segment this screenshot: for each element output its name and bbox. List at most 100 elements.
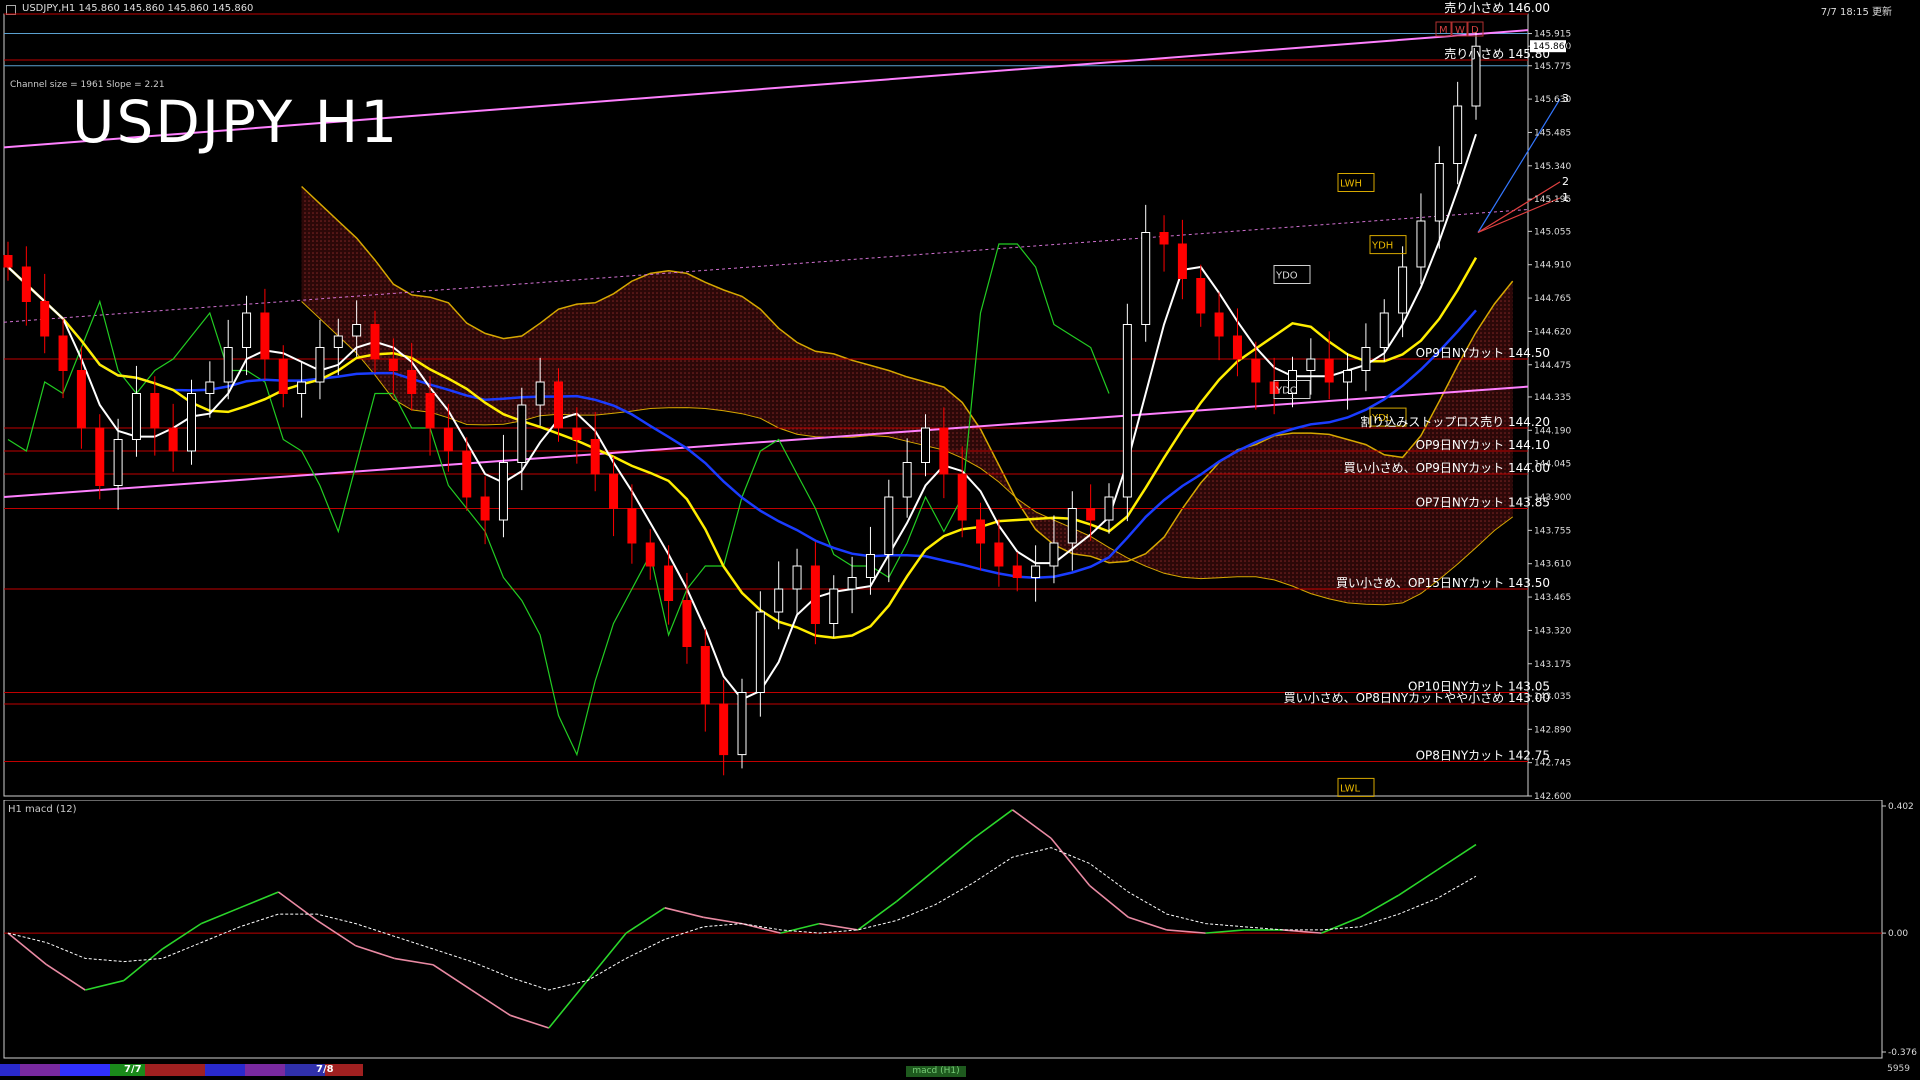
price-tick-label: 143.320 (1534, 626, 1571, 636)
chart-title: USDJPY H1 (72, 88, 400, 156)
macd-segment (509, 1014, 550, 1029)
candle-body (76, 370, 86, 429)
price-tick-label: 145.055 (1534, 227, 1571, 237)
candle-body (1251, 358, 1261, 383)
candle-body (902, 462, 912, 498)
price-tick-label: 142.745 (1534, 759, 1571, 769)
candle-body (1086, 508, 1096, 521)
macd-label: H1 macd (12) (8, 804, 77, 815)
candle-body (297, 381, 307, 394)
candle-body (1031, 565, 1041, 578)
price-tick-label: 144.475 (1534, 361, 1571, 371)
macd-segment (857, 900, 898, 931)
macd-segment (162, 922, 202, 950)
candle-body (333, 335, 343, 348)
target-label-2: 2 (1562, 175, 1569, 188)
candle-body (957, 473, 967, 521)
candle-body (590, 439, 600, 475)
candle-body (407, 370, 417, 394)
level-label-3: 割り込みストップロス売り 144.20 (1360, 414, 1550, 429)
macd-segment (703, 916, 743, 925)
macd-segment (625, 907, 666, 934)
macd-segment (277, 891, 318, 922)
price-tick-label: 145.775 (1534, 62, 1571, 72)
candle-body (1104, 496, 1114, 521)
candle-body (187, 393, 196, 452)
candle-body (498, 462, 508, 521)
level-label-4: OP9日NYカット 144.10 (1416, 438, 1550, 452)
macd-segment (1321, 916, 1361, 934)
level-label-2: OP9日NYカット 144.50 (1416, 346, 1550, 360)
candle-body (609, 473, 619, 509)
macd-segment (1011, 809, 1052, 839)
candle-body (1159, 232, 1169, 245)
candle-body (572, 427, 582, 440)
level-label-5: 買い小さめ、OP9日NYカット 144.00 (1344, 461, 1550, 475)
price-tick-label: 144.765 (1534, 294, 1571, 304)
box-label-ydo: YDO (1275, 271, 1298, 282)
candle-body (1398, 266, 1408, 314)
candle-body (884, 496, 894, 555)
macd-segment (664, 907, 704, 919)
candle-body (921, 427, 930, 463)
candle-body (1214, 312, 1224, 337)
macd-segment (7, 932, 48, 966)
macd-segment (1436, 843, 1477, 871)
macd-segment (239, 891, 279, 909)
price-tick-label: 145.340 (1534, 162, 1571, 172)
price-tick-label: 142.890 (1534, 725, 1571, 735)
candle-body (40, 301, 50, 337)
price-tick-label: 145.485 (1534, 128, 1571, 138)
macd-segment (200, 907, 241, 925)
candle-body (150, 393, 160, 429)
macd-tab[interactable]: macd (H1) (906, 1066, 966, 1077)
macd-segment (819, 922, 859, 931)
macd-panel[interactable]: 0.402 0.00 -0.376 (0, 800, 1920, 1062)
level-label-7: 買い小さめ、OP15日NYカット 143.50 (1336, 576, 1550, 590)
macd-segment (471, 989, 511, 1016)
candle-body (939, 427, 949, 475)
candle-body (1196, 278, 1206, 314)
candle-body (113, 439, 123, 486)
candle-body (443, 427, 453, 452)
box-label-lwl: LWL (1340, 783, 1361, 794)
candle-body (58, 335, 68, 371)
candle-body (755, 611, 765, 693)
candle-body (168, 427, 178, 452)
candle-body (223, 347, 233, 383)
ma-fast-line (7, 133, 1477, 701)
mwd-label-M: M (1439, 25, 1448, 36)
candle-body (664, 565, 674, 601)
macd-tick-label: 0.00 (1888, 929, 1908, 939)
current-price-label: 145.860 (1533, 42, 1570, 52)
price-tick-label: 145.630 (1534, 95, 1571, 105)
candle-body (1416, 220, 1426, 268)
candle-body (847, 577, 857, 590)
price-tick-label: 143.035 (1534, 692, 1571, 702)
candle-body (627, 508, 637, 544)
price-tick-label: 144.335 (1534, 393, 1571, 403)
price-tick-label: 143.610 (1534, 560, 1571, 570)
date-marker-2: 7/8 (316, 1064, 334, 1075)
candle-body (205, 381, 215, 394)
macd-tick-label: 0.402 (1888, 802, 1914, 812)
price-tick-label: 144.910 (1534, 261, 1571, 271)
level-label-9: 買い小さめ、OP8日NYカットやや小さめ 143.00 (1284, 691, 1550, 705)
candle-body (278, 358, 288, 394)
candle-body (1177, 243, 1187, 279)
box-label-ydc: YDC (1275, 386, 1297, 397)
macd-segment (973, 809, 1013, 839)
macd-segment (1089, 885, 1129, 918)
macd-segment (934, 837, 975, 871)
candle-body (370, 324, 380, 360)
price-tick-label: 144.190 (1534, 426, 1571, 436)
price-tick-label: 144.045 (1534, 460, 1571, 470)
level-label-6: OP7日NYカット 143.85 (1416, 496, 1550, 510)
candle-body (719, 703, 729, 756)
macd-segment (548, 980, 589, 1029)
macd-frame (3, 800, 1883, 1059)
candle-body (1453, 105, 1463, 164)
bottom-right-number: 5959 (1887, 1064, 1910, 1074)
macd-segment (1128, 916, 1168, 931)
candle-body (315, 347, 325, 383)
